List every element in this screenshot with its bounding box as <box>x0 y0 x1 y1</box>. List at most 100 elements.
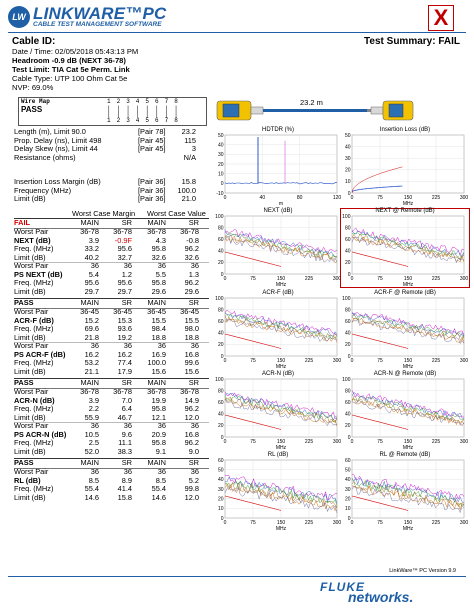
section-cell: 36 <box>157 261 166 270</box>
section-cell: 2.2 <box>88 404 99 413</box>
x-tick-label: 300 <box>460 358 469 364</box>
x-axis-unit: MHz <box>403 201 414 207</box>
section-cell: 33.2 <box>84 244 99 253</box>
section-cell: 69.6 <box>84 324 99 333</box>
x-tick-label: 225 <box>432 195 441 201</box>
section-cell: 36-45 <box>113 307 132 316</box>
y-tick-label: 60 <box>345 458 351 464</box>
section-status: PASS <box>14 378 34 387</box>
section-cell: 36 <box>123 421 132 430</box>
y-tick-label: 100 <box>342 377 351 383</box>
x-tick-label: 0 <box>351 520 354 526</box>
chart-plot: 1008060402000 75 150 225 300MHz <box>215 214 341 288</box>
section-cell: 36 <box>123 341 132 350</box>
section-row-label: Worst Pair <box>14 261 49 270</box>
section-col-header: SR <box>188 378 199 387</box>
y-tick-label: 100 <box>215 296 224 302</box>
y-tick-label: 40 <box>218 249 224 255</box>
chart-2: NEXT (dB) 100 80 60 40 20 0 0 75 150 225 300 MHz <box>213 208 343 288</box>
section-row-label: Limit (dB) <box>14 492 46 502</box>
x-tick-label: 75 <box>250 439 256 445</box>
section-cell: 96.2 <box>184 244 199 253</box>
section-cell: 52.0 <box>84 446 99 456</box>
section-cell: 99.8 <box>184 484 199 493</box>
x-tick-label: 225 <box>305 520 314 526</box>
section-cell: 36 <box>190 467 199 476</box>
section-col-header: SR <box>121 298 132 307</box>
section-cell: 99.6 <box>184 358 199 367</box>
footer-divider <box>8 576 466 577</box>
x-tick-label: 0 <box>224 195 227 201</box>
section-cell: 96.2 <box>184 404 199 413</box>
wire-map: Wire Map PASS 1 2 3 4 5 6 7 8 | | | | | … <box>18 97 207 126</box>
y-tick-label: 10 <box>345 506 351 512</box>
x-tick-label: 300 <box>460 439 469 445</box>
summary-value: 23.2 <box>181 127 196 136</box>
summary-row: Resistance (ohms) N/A <box>14 153 206 163</box>
x-tick-label: 75 <box>377 520 383 526</box>
x-tick-label: 0 <box>351 195 354 201</box>
chart-plot: 1008060402000 75 150 225 300MHz <box>215 296 341 370</box>
close-button[interactable]: X <box>428 5 454 31</box>
section-col-header: MAIN <box>147 298 166 307</box>
wire-map-far-pins: 1 2 3 4 5 6 7 8 <box>107 116 180 124</box>
section-cell: 14.6 <box>151 492 166 502</box>
software-version: LinkWare™ PC Version 9.9 <box>389 568 456 574</box>
section-cell: 77.4 <box>117 358 132 367</box>
section-cell: 15.8 <box>117 492 132 502</box>
section-col-header: SR <box>188 298 199 307</box>
section-cell: 36-78 <box>147 227 166 236</box>
summary-pair: [Pair 36] <box>138 177 166 186</box>
x-tick-label: 225 <box>432 439 441 445</box>
section-col-header: SR <box>188 218 199 227</box>
chart-plot: 50403020100-100 40 80 120m <box>216 133 341 207</box>
section-cell: 36 <box>90 341 99 350</box>
section-cell: 55.4 <box>151 484 166 493</box>
y-tick-label: 40 <box>218 142 224 148</box>
section-cell: 93.6 <box>117 324 132 333</box>
x-axis-unit: MHz <box>403 445 414 451</box>
x-tick-label: 225 <box>305 358 314 364</box>
y-tick-label: 100 <box>342 296 351 302</box>
y-tick-label: 100 <box>215 214 224 220</box>
x-tick-label: 225 <box>432 520 441 526</box>
brand-bottom: networks. <box>348 589 414 605</box>
section-cell: 95.6 <box>84 278 99 287</box>
y-tick-label: 40 <box>345 249 351 255</box>
section-row-label: Worst Pair <box>14 387 49 396</box>
section-cell: 21.1 <box>84 366 99 376</box>
app-subtitle: CABLE TEST MANAGEMENT SOFTWARE <box>33 21 162 28</box>
wire-map-result: PASS <box>21 105 43 114</box>
section-cell: 36 <box>157 421 166 430</box>
chart-plot: 60504030201000 75 150 225 300MHz <box>345 458 468 532</box>
x-axis-unit: MHz <box>403 364 414 370</box>
section-col-header: SR <box>121 458 132 467</box>
section-col-header: MAIN <box>80 458 99 467</box>
section-cell: 36 <box>123 261 132 270</box>
section-cell: 36-78 <box>180 227 199 236</box>
section-row-label: Worst Pair <box>14 467 49 476</box>
y-tick-label: 20 <box>345 342 351 348</box>
section-row-label: Limit (dB) <box>14 366 46 376</box>
summary-table: Length (m), Limit 90.0 [Pair 78] 23.2 Prop.… <box>14 127 206 203</box>
y-tick-label: 80 <box>218 307 224 313</box>
section-cell: 95.6 <box>117 244 132 253</box>
y-tick-label: 20 <box>345 260 351 266</box>
y-tick-label: 20 <box>345 496 351 502</box>
section-cell: 36 <box>90 467 99 476</box>
section-row-label: Freq. (MHz) <box>14 278 54 287</box>
section-cell: 36-78 <box>180 387 199 396</box>
y-tick-label: 20 <box>218 162 224 168</box>
y-tick-label: 60 <box>345 400 351 406</box>
section-row-label: Limit (dB) <box>14 286 46 296</box>
x-axis-unit: MHz <box>276 445 287 451</box>
worst-case-value-header: Worst Case Value <box>147 209 206 218</box>
section-cell: 98.0 <box>184 324 199 333</box>
chart-plot: 1008060402000 75 150 225 300MHz <box>342 214 468 288</box>
section-cell: 9.1 <box>155 446 166 456</box>
y-tick-label: -10 <box>216 191 223 197</box>
section-cell: 2.5 <box>88 438 99 447</box>
summary-label: Insertion Loss Margin (dB) <box>14 177 101 186</box>
chart-plot: 1008060402000 75 150 225 300MHz <box>215 377 341 451</box>
x-tick-label: 75 <box>250 276 256 282</box>
